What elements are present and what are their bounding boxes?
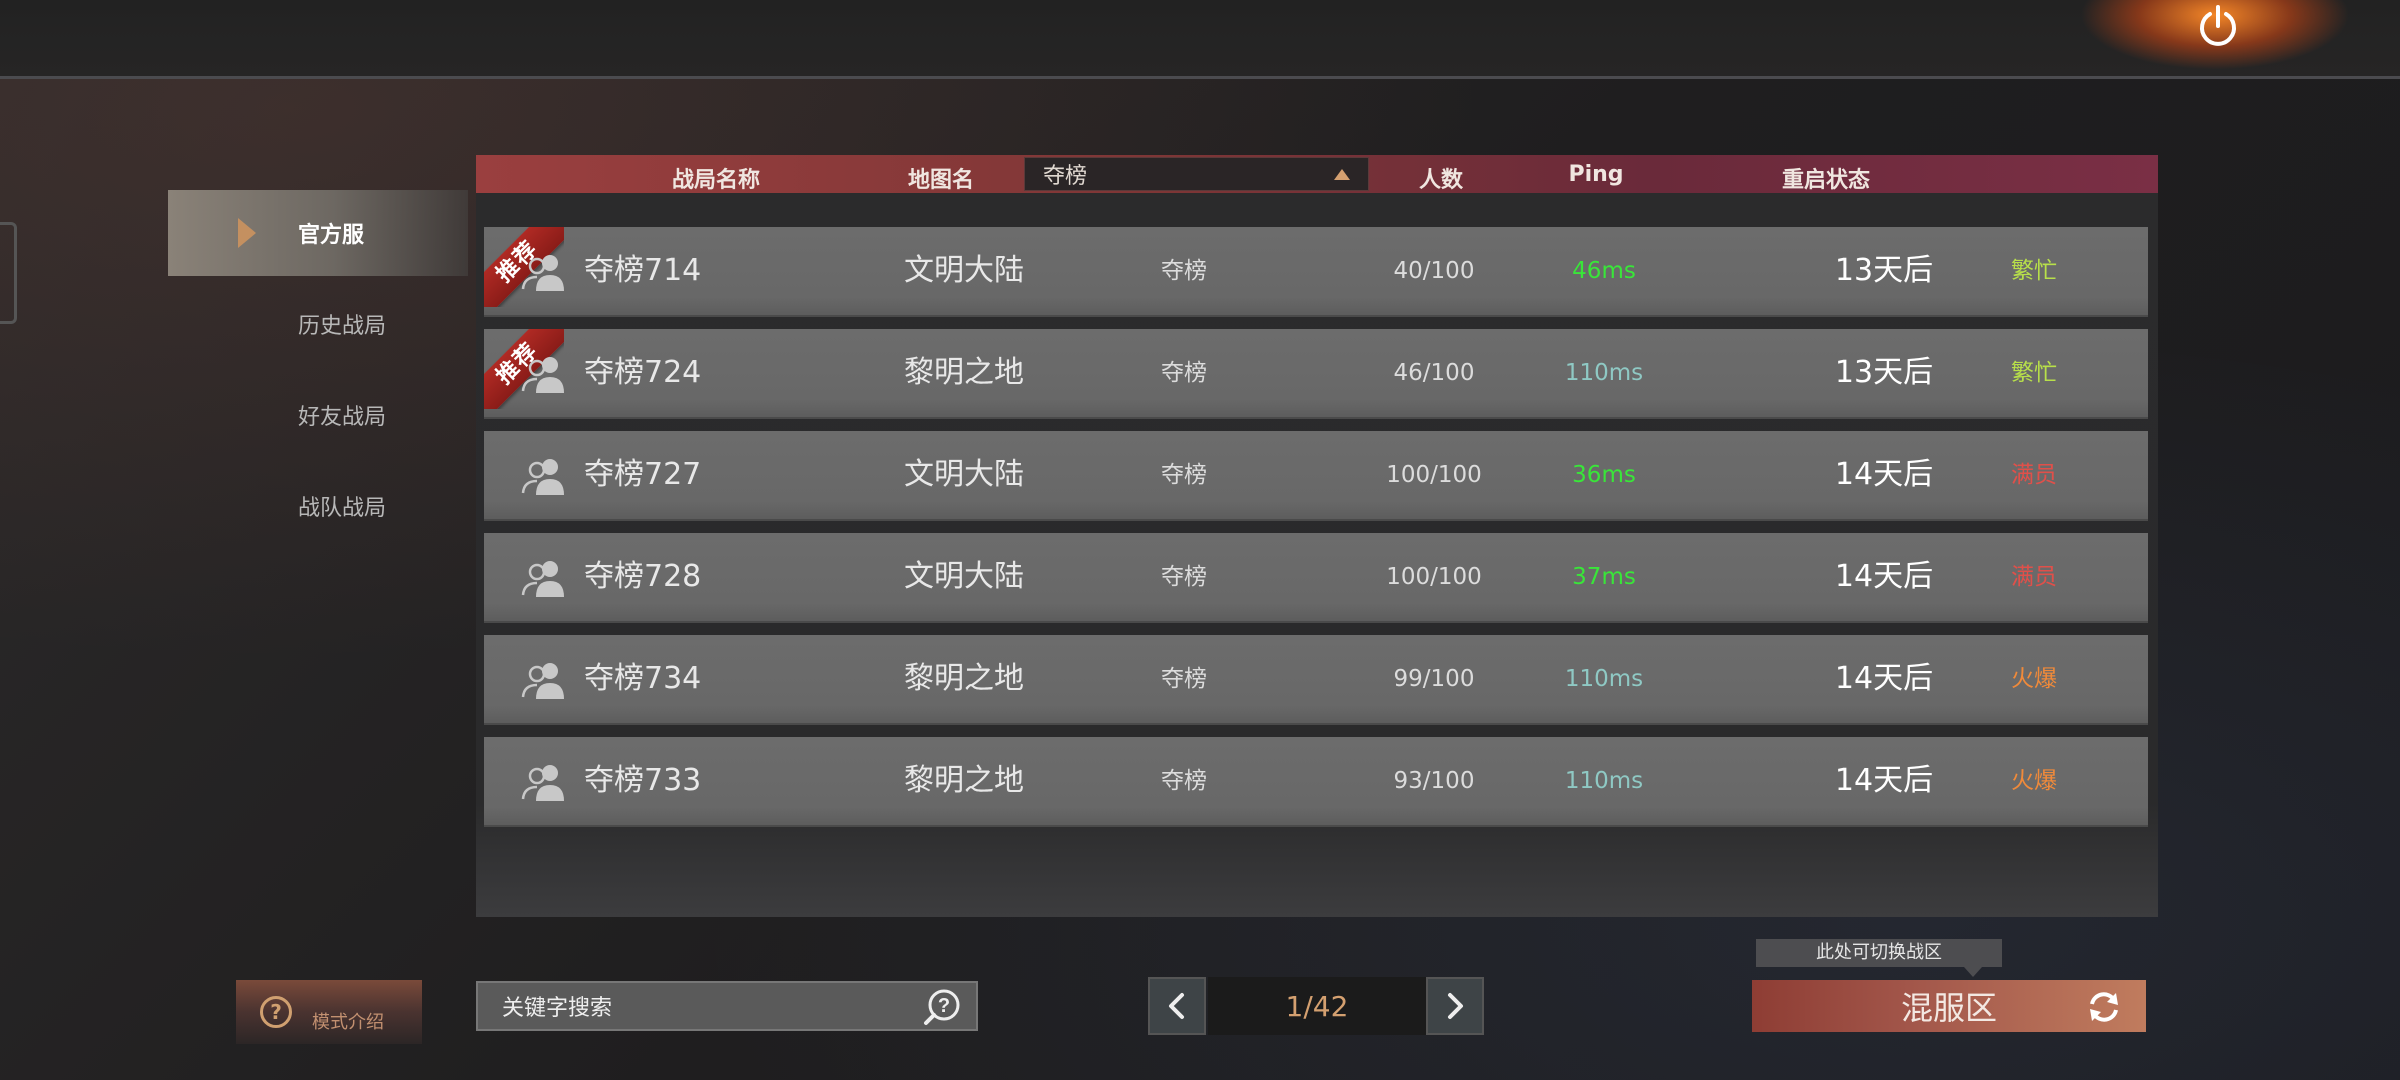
sidebar-item-team[interactable]: 战队战局 — [168, 463, 468, 549]
map-filter-dropdown[interactable]: 夺榜 — [1024, 157, 1369, 191]
server-status: 繁忙 — [2011, 360, 2057, 386]
mode-intro-button[interactable]: ? 模式介绍 — [236, 980, 422, 1044]
zone-switch-button[interactable]: 混服区 — [1752, 980, 2146, 1032]
server-mode: 夺榜 — [1161, 462, 1207, 488]
server-players: 93/100 — [1393, 768, 1475, 794]
players-icon — [520, 761, 570, 801]
search-input[interactable]: 关键字搜索 ? — [476, 981, 978, 1031]
table-row[interactable]: 夺榜727 文明大陆 夺榜 100/100 36ms 14天后 满员 — [484, 431, 2148, 521]
server-name: 夺榜714 — [584, 253, 702, 288]
players-icon — [520, 557, 570, 597]
table-row[interactable]: 夺榜728 文明大陆 夺榜 100/100 37ms 14天后 满员 — [484, 533, 2148, 623]
sidebar-item-label: 官方服 — [298, 223, 365, 248]
header-ping: Ping — [1568, 162, 1624, 187]
chevron-left-icon — [1169, 993, 1184, 1019]
header-name: 战局名称 — [671, 168, 760, 193]
server-map: 黎明之地 — [904, 355, 1024, 390]
sidebar-item-label: 战队战局 — [298, 496, 387, 521]
server-status: 火爆 — [2011, 768, 2057, 794]
next-page-button[interactable] — [1426, 977, 1484, 1035]
search-help-icon[interactable]: ? — [922, 988, 962, 1026]
table-row[interactable]: 夺榜734 黎明之地 夺榜 99/100 110ms 14天后 火爆 — [484, 635, 2148, 725]
power-button[interactable] — [2190, 2, 2246, 52]
server-name: 夺榜728 — [584, 559, 702, 594]
server-map: 文明大陆 — [904, 559, 1024, 594]
zone-switch-tooltip: 此处可切换战区 — [1756, 939, 2002, 977]
players-icon — [520, 455, 570, 495]
table-row[interactable]: 推荐 夺榜714 文明大陆 夺榜 40/100 46ms 13天后 繁忙 — [484, 227, 2148, 317]
sidebar-item-label: 历史战局 — [298, 314, 387, 339]
top-bar — [0, 0, 2400, 79]
server-list-panel: 战局名称 地图名 夺榜 人数 Ping 重启状态 推荐 夺榜714 文明大陆 夺榜 40… — [476, 155, 2158, 917]
server-map: 黎明之地 — [904, 763, 1024, 798]
server-mode: 夺榜 — [1161, 258, 1207, 284]
server-mode: 夺榜 — [1161, 564, 1207, 590]
prev-page-button[interactable] — [1148, 977, 1206, 1035]
mode-intro-label: 模式介绍 — [312, 1012, 384, 1033]
sidebar-item-label: 好友战局 — [298, 405, 387, 430]
server-players: 100/100 — [1386, 564, 1482, 590]
server-players: 46/100 — [1393, 360, 1475, 386]
server-ping: 46ms — [1572, 258, 1636, 284]
server-status: 满员 — [2011, 462, 2057, 488]
server-name: 夺榜734 — [584, 661, 702, 696]
server-players: 99/100 — [1393, 666, 1475, 692]
chevron-right-icon — [1448, 993, 1463, 1019]
players-icon — [520, 251, 570, 291]
server-players: 100/100 — [1386, 462, 1482, 488]
header-restart: 重启状态 — [1781, 168, 1870, 193]
server-ping: 110ms — [1564, 768, 1644, 794]
server-ping: 37ms — [1572, 564, 1636, 590]
header-players: 人数 — [1418, 168, 1463, 193]
side-drawer-handle[interactable] — [0, 222, 17, 324]
server-ping: 36ms — [1572, 462, 1636, 488]
server-map: 黎明之地 — [904, 661, 1024, 696]
header-map: 地图名 — [907, 168, 974, 193]
active-arrow-icon — [238, 218, 256, 248]
sidebar: 官方服 历史战局 好友战局 战队战局 — [168, 190, 468, 554]
server-status: 满员 — [2011, 564, 2057, 590]
server-name: 夺榜727 — [584, 457, 702, 492]
zone-label: 混服区 — [1900, 989, 1997, 1027]
server-status: 繁忙 — [2011, 258, 2057, 284]
server-restart: 14天后 — [1834, 661, 1934, 696]
players-icon — [520, 659, 570, 699]
page-indicator: 1/42 — [1208, 977, 1426, 1035]
server-mode: 夺榜 — [1161, 666, 1207, 692]
server-restart: 14天后 — [1834, 457, 1934, 492]
server-map: 文明大陆 — [904, 253, 1024, 288]
refresh-icon — [2090, 992, 2118, 1022]
sidebar-item-official[interactable]: 官方服 — [168, 190, 468, 276]
table-header: 战局名称 地图名 夺榜 人数 Ping 重启状态 — [476, 155, 2158, 193]
power-icon — [2200, 5, 2236, 46]
server-restart: 14天后 — [1834, 763, 1934, 798]
server-status: 火爆 — [2011, 666, 2057, 692]
sidebar-item-friends[interactable]: 好友战局 — [168, 372, 468, 458]
server-name: 夺榜733 — [584, 763, 702, 798]
server-map: 文明大陆 — [904, 457, 1024, 492]
search-placeholder: 关键字搜索 — [502, 996, 613, 1021]
server-ping: 110ms — [1564, 360, 1644, 386]
table-row[interactable]: 推荐 夺榜724 黎明之地 夺榜 46/100 110ms 13天后 繁忙 — [484, 329, 2148, 419]
server-players: 40/100 — [1393, 258, 1475, 284]
server-name: 夺榜724 — [584, 355, 702, 390]
server-rows: 推荐 夺榜714 文明大陆 夺榜 40/100 46ms 13天后 繁忙 推荐 夺榜724 黎明之地… — [484, 227, 2148, 839]
players-icon — [520, 353, 570, 393]
server-mode: 夺榜 — [1161, 360, 1207, 386]
svg-text:?: ? — [938, 995, 950, 1017]
server-mode: 夺榜 — [1161, 768, 1207, 794]
caret-up-icon — [1334, 169, 1350, 180]
sidebar-item-history[interactable]: 历史战局 — [168, 281, 468, 367]
map-filter-value: 夺榜 — [1043, 164, 1088, 189]
server-restart: 13天后 — [1834, 253, 1934, 288]
server-restart: 13天后 — [1834, 355, 1934, 390]
table-row[interactable]: 夺榜733 黎明之地 夺榜 93/100 110ms 14天后 火爆 — [484, 737, 2148, 827]
question-icon: ? — [260, 996, 292, 1028]
server-restart: 14天后 — [1834, 559, 1934, 594]
server-ping: 110ms — [1564, 666, 1644, 692]
